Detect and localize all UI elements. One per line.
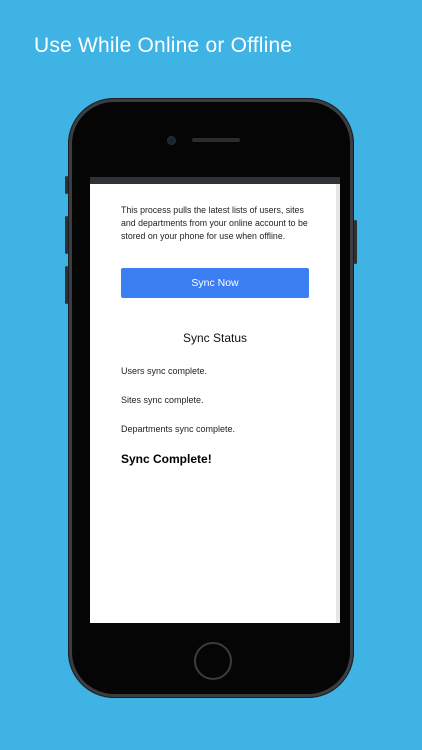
sync-complete-message: Sync Complete! (121, 452, 212, 466)
sync-description: This process pulls the latest lists of u… (121, 205, 308, 241)
departments-sync-status: Departments sync complete. (121, 424, 236, 434)
phone-body: This process pulls the latest lists of u… (72, 102, 350, 694)
mute-switch (65, 176, 68, 194)
sync-status-heading: Sync Status (182, 331, 248, 345)
phone-screen: This process pulls the latest lists of u… (90, 177, 340, 623)
front-camera-icon (168, 137, 175, 144)
phone-frame: This process pulls the latest lists of u… (65, 98, 357, 698)
volume-down-button (65, 266, 68, 304)
screen-edge (336, 184, 340, 623)
earpiece-speaker (192, 138, 240, 142)
status-bar (90, 177, 340, 184)
promo-headline: Use While Online or Offline (34, 34, 293, 57)
sync-page: This process pulls the latest lists of u… (90, 184, 336, 623)
power-button (354, 220, 357, 264)
volume-up-button (65, 216, 68, 254)
sync-now-button[interactable]: Sync Now (121, 268, 309, 298)
users-sync-status: Users sync complete. (121, 366, 208, 376)
home-button[interactable] (194, 642, 232, 680)
sites-sync-status: Sites sync complete. (121, 395, 204, 405)
